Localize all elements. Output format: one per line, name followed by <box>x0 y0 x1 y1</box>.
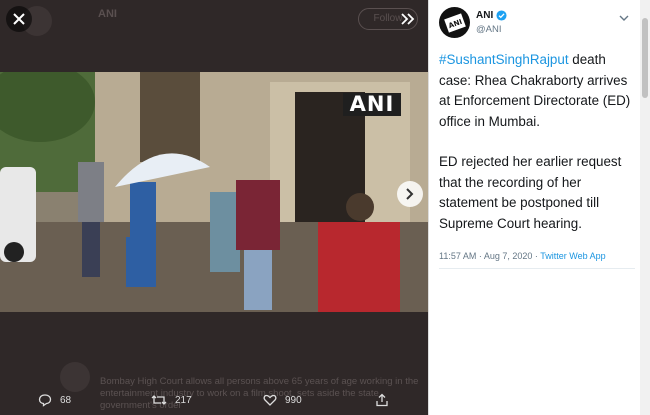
reply-action[interactable]: 68 <box>38 393 71 407</box>
author-avatar[interactable]: ANI <box>439 7 470 38</box>
author-name-row[interactable]: ANI <box>476 10 507 21</box>
tweet-paragraph-1: #SushantSinghRajput death case: Rhea Cha… <box>439 50 635 132</box>
close-icon <box>13 13 25 25</box>
like-count: 990 <box>285 394 302 406</box>
panel-scrollbar-thumb[interactable] <box>642 18 648 98</box>
reply-count: 68 <box>60 394 72 406</box>
collapse-panel-button[interactable] <box>395 6 421 32</box>
background-author: ANI <box>98 8 117 20</box>
chevrons-right-icon <box>401 13 415 25</box>
tweet-detail-panel: ANI ANI @ANI #SushantSinghRajput death c… <box>428 0 650 415</box>
hashtag-link[interactable]: #SushantSinghRajput <box>439 52 569 67</box>
share-icon <box>376 393 388 407</box>
tweet-media-image[interactable]: ANI <box>0 72 428 312</box>
tweet-text: #SushantSinghRajput death case: Rhea Cha… <box>439 50 635 234</box>
tweet-meta: 11:57 AM · Aug 7, 2020 · Twitter Web App <box>439 251 606 261</box>
tweet-source-link[interactable]: Twitter Web App <box>540 251 605 261</box>
panel-divider <box>439 268 635 269</box>
tweet-paragraph-2: ED rejected her earlier request that the… <box>439 154 622 231</box>
verified-badge-icon <box>496 10 507 21</box>
media-watermark: ANI <box>343 93 401 116</box>
chevron-right-icon <box>406 188 414 200</box>
close-button[interactable] <box>6 6 32 32</box>
ani-logo-icon: ANI <box>443 12 466 33</box>
reply-icon <box>38 394 52 407</box>
chevron-down-icon <box>619 15 629 21</box>
retweet-count: 217 <box>175 394 192 406</box>
retweet-icon <box>151 395 167 405</box>
retweet-action[interactable]: 217 <box>151 393 192 407</box>
tweet-menu-button[interactable] <box>619 9 629 27</box>
heart-icon <box>263 394 277 406</box>
like-action[interactable]: 990 <box>263 393 302 407</box>
author-handle[interactable]: @ANI <box>476 24 501 35</box>
tweet-timestamp[interactable]: 11:57 AM · Aug 7, 2020 · <box>439 251 540 261</box>
share-action[interactable] <box>375 393 389 407</box>
next-media-button[interactable] <box>397 181 423 207</box>
author-name: ANI <box>476 10 494 21</box>
tweet-actions-bar: 68 217 990 <box>0 388 428 415</box>
